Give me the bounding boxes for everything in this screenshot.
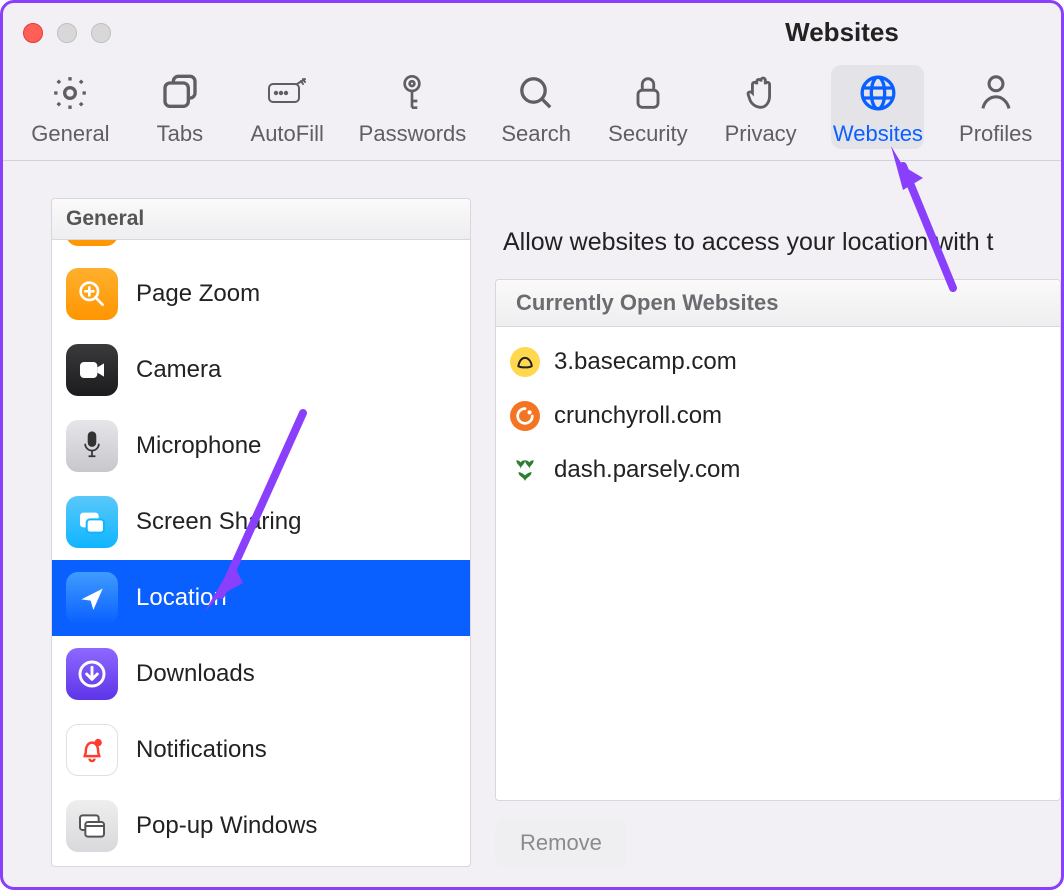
location-arrow-icon: [66, 572, 118, 624]
screen-sharing-icon: [66, 496, 118, 548]
website-domain: dash.parsely.com: [554, 456, 740, 484]
tab-tabs[interactable]: Tabs: [144, 65, 216, 149]
camera-icon: [66, 344, 118, 396]
remove-button[interactable]: Remove: [495, 819, 627, 867]
sidebar-item-notifications[interactable]: Notifications: [52, 712, 470, 788]
sidebar-item-label: Microphone: [136, 432, 456, 460]
tab-profiles[interactable]: Profiles: [956, 65, 1035, 149]
bell-icon: [66, 724, 118, 776]
tab-label: General: [31, 121, 109, 147]
tab-label: Websites: [833, 121, 923, 147]
websites-list: 3.basecamp.com crunchyroll.com dash.pars…: [496, 327, 1060, 505]
search-icon: [514, 71, 558, 115]
tab-general[interactable]: General: [29, 65, 112, 149]
close-window-button[interactable]: [23, 23, 43, 43]
sidebar-item-popup-windows[interactable]: Pop-up Windows: [52, 788, 470, 864]
window-controls: [23, 23, 111, 43]
tab-label: Profiles: [959, 121, 1032, 147]
autofill-icon: [265, 71, 309, 115]
sidebar-item-label: Page Zoom: [136, 280, 456, 308]
window-title: Websites: [3, 17, 1061, 48]
sidebar-item-label: Downloads: [136, 660, 456, 688]
sidebar-item-label: Pop-up Windows: [136, 812, 456, 840]
website-domain: 3.basecamp.com: [554, 348, 737, 376]
hand-icon: [739, 71, 783, 115]
sidebar-list: Page Zoom Camera Microphone: [52, 240, 470, 864]
site-favicon-basecamp: [510, 347, 540, 377]
sidebar-section-header: General: [52, 199, 470, 240]
sidebar-item-label: Camera: [136, 356, 456, 384]
lock-icon: [626, 71, 670, 115]
person-icon: [974, 71, 1018, 115]
websites-list-header: Currently Open Websites: [496, 280, 1060, 327]
websites-list-box: Currently Open Websites 3.basecamp.com c…: [495, 279, 1061, 801]
gear-icon: [48, 71, 92, 115]
preferences-toolbar: General Tabs AutoFill Passwords Search: [3, 53, 1061, 161]
tab-passwords[interactable]: Passwords: [359, 65, 467, 149]
key-icon: [390, 71, 434, 115]
tab-label: Security: [608, 121, 687, 147]
detail-heading: Allow websites to access your location w…: [495, 228, 1061, 257]
tab-websites[interactable]: Websites: [831, 65, 924, 149]
sidebar-item-screen-sharing[interactable]: Screen Sharing: [52, 484, 470, 560]
settings-category-sidebar: General Page Zoom: [51, 198, 471, 867]
sidebar-item-label: Screen Sharing: [136, 508, 456, 536]
sidebar-item-location[interactable]: Location: [52, 560, 470, 636]
tab-privacy[interactable]: Privacy: [722, 65, 800, 149]
site-favicon-parsely: [510, 455, 540, 485]
tab-autofill[interactable]: AutoFill: [248, 65, 327, 149]
content-area: General Page Zoom: [51, 198, 1061, 867]
tab-label: Passwords: [359, 121, 467, 147]
website-domain: crunchyroll.com: [554, 402, 722, 430]
tab-label: Tabs: [157, 121, 203, 147]
website-row[interactable]: crunchyroll.com: [510, 401, 1046, 431]
sidebar-item-partial[interactable]: [52, 240, 470, 256]
preferences-window: Websites General Tabs AutoFill Passwor: [0, 0, 1064, 890]
globe-icon: [856, 71, 900, 115]
tabs-icon: [158, 71, 202, 115]
sidebar-item-microphone[interactable]: Microphone: [52, 408, 470, 484]
tab-label: Search: [501, 121, 571, 147]
minimize-window-button[interactable]: [57, 23, 77, 43]
sidebar-item-label: Notifications: [136, 736, 456, 764]
sidebar-item-page-zoom[interactable]: Page Zoom: [52, 256, 470, 332]
sidebar-item-camera[interactable]: Camera: [52, 332, 470, 408]
tab-security[interactable]: Security: [606, 65, 690, 149]
popup-windows-icon: [66, 800, 118, 852]
website-row[interactable]: dash.parsely.com: [510, 455, 1046, 485]
zoom-window-button[interactable]: [91, 23, 111, 43]
reader-icon: [66, 240, 118, 246]
sidebar-item-downloads[interactable]: Downloads: [52, 636, 470, 712]
sidebar-item-label: Location: [136, 584, 456, 612]
site-favicon-crunchyroll: [510, 401, 540, 431]
tab-label: AutoFill: [251, 121, 324, 147]
microphone-icon: [66, 420, 118, 472]
detail-panel: Allow websites to access your location w…: [495, 198, 1061, 867]
website-row[interactable]: 3.basecamp.com: [510, 347, 1046, 377]
zoom-icon: [66, 268, 118, 320]
download-icon: [66, 648, 118, 700]
tab-label: Privacy: [725, 121, 797, 147]
tab-search[interactable]: Search: [498, 65, 574, 149]
